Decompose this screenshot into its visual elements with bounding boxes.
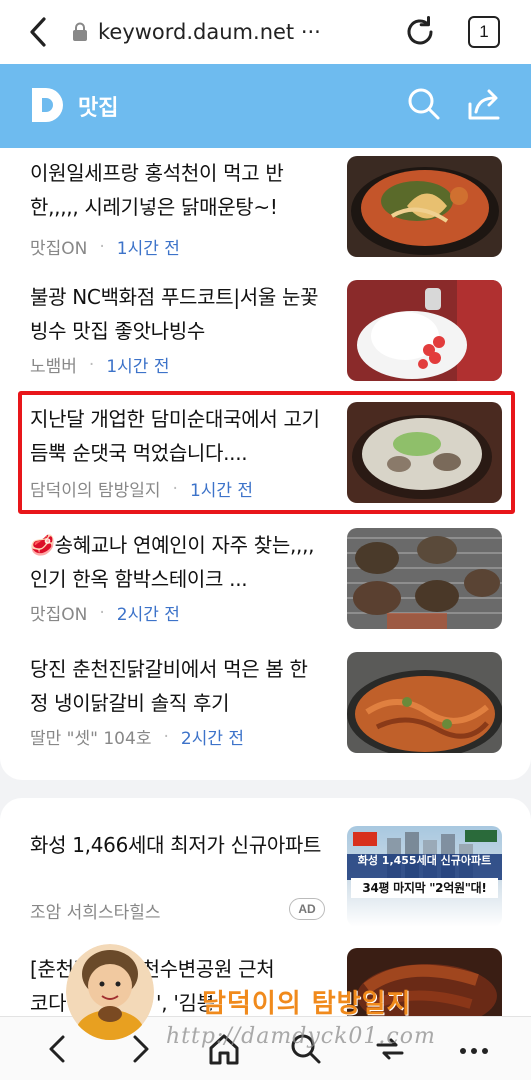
- watermark-url: http://damdyck01.com: [166, 1024, 436, 1049]
- red-highlight-box: [18, 391, 515, 514]
- more-icon[interactable]: [456, 1031, 492, 1067]
- item-title[interactable]: 당진 춘천진닭갈비에서 먹은 봄 한정 냉이닭갈비 솔직 후기: [30, 652, 322, 720]
- item-title[interactable]: 이원일세프랑 홍석천이 먹고 반한,,,,, 시레기넣은 닭매운탕~!: [30, 156, 322, 224]
- ad-source: 조암 서희스타힐스: [30, 903, 161, 923]
- item-time: 2시간 전: [180, 729, 245, 749]
- tab-count-button[interactable]: 1: [468, 16, 500, 48]
- item-time: 1시간 전: [106, 357, 170, 377]
- forward-icon[interactable]: [122, 1031, 158, 1067]
- item-source: 노뱀버: [30, 357, 77, 377]
- item-meta: 맛집ON · 2시간 전: [30, 600, 180, 626]
- lock-icon: [73, 22, 87, 41]
- ad-meta: 조암 서희스타힐스: [30, 898, 161, 923]
- app-header: 맛집: [0, 64, 531, 148]
- list-item[interactable]: 🥩송혜교나 연예인이 자주 찾는,,,,인기 한옥 함박스테이크 ... 맛집O…: [0, 528, 531, 652]
- ramen-pot-image[interactable]: [347, 156, 502, 257]
- list-item[interactable]: 이원일세프랑 홍석천이 먹고 반한,,,,, 시레기넣은 닭매운탕~! 맛집ON…: [0, 156, 531, 280]
- browser-toolbar: keyword.daum.net ··· 1: [0, 0, 531, 64]
- back-icon[interactable]: [40, 1031, 76, 1067]
- address-bar[interactable]: keyword.daum.net ···: [72, 14, 321, 50]
- ad-overlay-line2: 34평 마지막 "2억원"대!: [351, 878, 498, 898]
- daum-logo-icon[interactable]: [30, 86, 66, 124]
- ad-item[interactable]: 화성 1,466세대 최저가 신규아파트 조암 서희스타힐스 화성 1,455세…: [0, 826, 531, 952]
- list-item[interactable]: 당진 춘천진닭갈비에서 먹은 봄 한정 냉이닭갈비 솔직 후기 딸만 "셋" 1…: [0, 652, 531, 776]
- share-icon[interactable]: [466, 86, 502, 122]
- hamburg-steak-image[interactable]: [347, 528, 502, 629]
- reload-icon[interactable]: [402, 14, 438, 50]
- bingsu-image[interactable]: [347, 280, 502, 381]
- item-meta: 노뱀버 · 1시간 전: [30, 352, 170, 378]
- item-meta: 맛집ON · 1시간 전: [30, 234, 180, 260]
- meta-separator: ·: [163, 726, 169, 747]
- back-arrow-icon[interactable]: [24, 14, 54, 50]
- item-meta: 딸만 "셋" 104호 · 2시간 전: [30, 724, 245, 750]
- item-source: 딸만 "셋" 104호: [30, 729, 152, 749]
- ad-title[interactable]: 화성 1,466세대 최저가 신규아파트: [30, 828, 322, 862]
- watermark-name: 담덕이의 탐방일지: [202, 989, 412, 1019]
- ad-image[interactable]: 화성 1,455세대 신규아파트 34평 마지막 "2억원"대!: [347, 826, 502, 927]
- search-icon[interactable]: [406, 86, 442, 122]
- meta-separator: ·: [99, 236, 105, 257]
- apartment-skyline-icon: [347, 830, 502, 880]
- dakgalbi-image[interactable]: [347, 652, 502, 753]
- url-text: keyword.daum.net ···: [98, 20, 321, 44]
- meta-separator: ·: [99, 602, 105, 623]
- ad-badge: AD: [289, 898, 325, 920]
- item-time: 1시간 전: [116, 239, 180, 259]
- list-item[interactable]: 불광 NC백화점 푸드코트|서울 눈꽃빙수 맛집 좋앗나빙수 노뱀버 · 1시간…: [0, 280, 531, 404]
- item-title[interactable]: 🥩송혜교나 연예인이 자주 찾는,,,,인기 한옥 함박스테이크 ...: [30, 528, 322, 596]
- avatar: [66, 944, 154, 1040]
- item-source: 맛집ON: [30, 605, 88, 625]
- ad-overlay-line1: 화성 1,455세대 신규아파트: [357, 854, 492, 867]
- item-title[interactable]: 불광 NC백화점 푸드코트|서울 눈꽃빙수 맛집 좋앗나빙수: [30, 280, 322, 348]
- page-title: 맛집: [78, 96, 119, 121]
- meta-separator: ·: [88, 354, 95, 375]
- item-source: 맛집ON: [30, 239, 88, 259]
- item-time: 2시간 전: [116, 605, 180, 625]
